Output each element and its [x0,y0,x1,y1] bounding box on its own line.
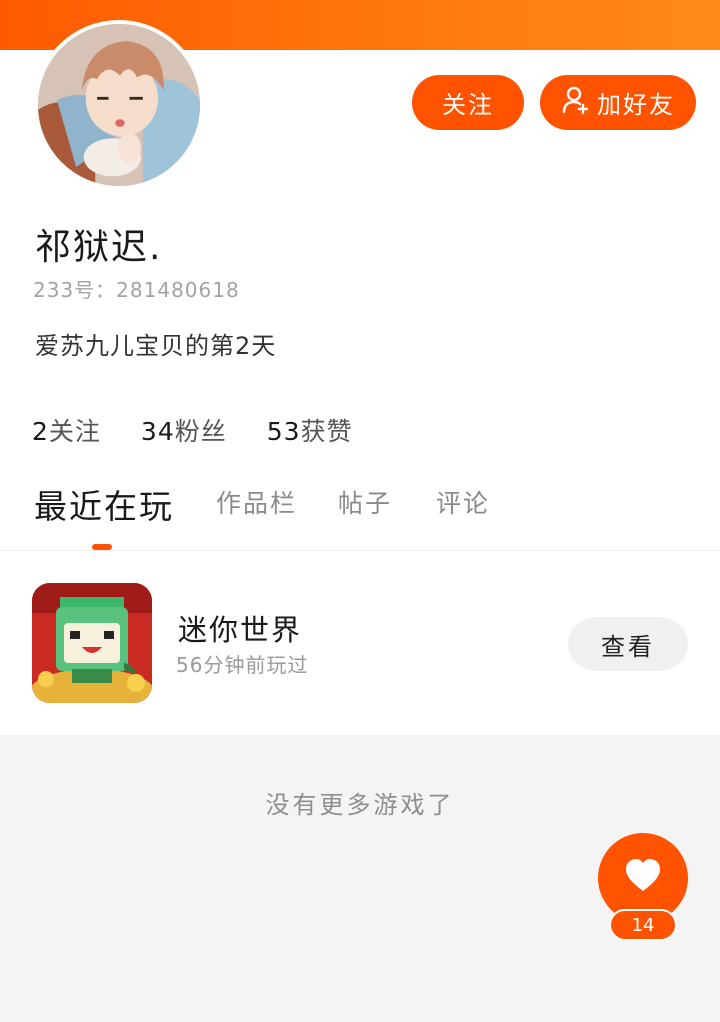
game-name: 迷你世界 [178,613,303,647]
like-count-badge: 14 [609,909,677,941]
avatar-image [38,24,200,186]
add-user-icon [561,85,591,121]
stat-likes[interactable]: 53获赞 [267,412,353,448]
follow-button-label: 关注 [442,91,494,119]
follow-button[interactable]: 关注 [412,75,524,130]
stat-likes-count: 53 [266,417,301,446]
heart-icon [623,856,663,900]
profile-tabs: 最近在玩 作品栏 帖子 评论 [34,484,720,550]
no-more-games-message: 没有更多游戏了 [265,791,455,819]
avatar[interactable] [34,20,204,190]
game-last-played: 56分钟前玩过 [176,653,309,677]
mini-world-game-icon [32,583,152,703]
add-friend-button[interactable]: 加好友 [540,75,696,130]
profile-page: 关注 加好友 祁狱迟. 233号：281480618 爱苏九儿宝贝的第2天 2关… [0,0,720,1022]
tab-recently-played[interactable]: 最近在玩 [34,480,174,528]
stat-likes-label: 获赞 [300,417,353,446]
tab-posts[interactable]: 帖子 [338,484,392,520]
user-id: 233号：281480618 [33,278,240,302]
profile-stats: 2关注 34粉丝 53获赞 [32,412,393,448]
stat-fans-count: 34 [140,417,175,446]
tab-works[interactable]: 作品栏 [216,484,297,520]
list-item[interactable]: 迷你世界 56分钟前玩过 查看 [0,551,720,735]
add-friend-button-label: 加好友 [597,91,675,119]
view-game-button[interactable]: 查看 [568,617,688,671]
stat-fans[interactable]: 34粉丝 [141,412,227,448]
stat-fans-label: 粉丝 [174,417,227,446]
stat-following-count: 2 [32,417,49,446]
stat-following-label: 关注 [48,417,101,446]
user-bio: 爱苏九儿宝贝的第2天 [35,332,277,360]
tab-comments[interactable]: 评论 [436,484,490,520]
username: 祁狱迟. [35,227,163,268]
stat-following[interactable]: 2关注 [32,412,101,448]
